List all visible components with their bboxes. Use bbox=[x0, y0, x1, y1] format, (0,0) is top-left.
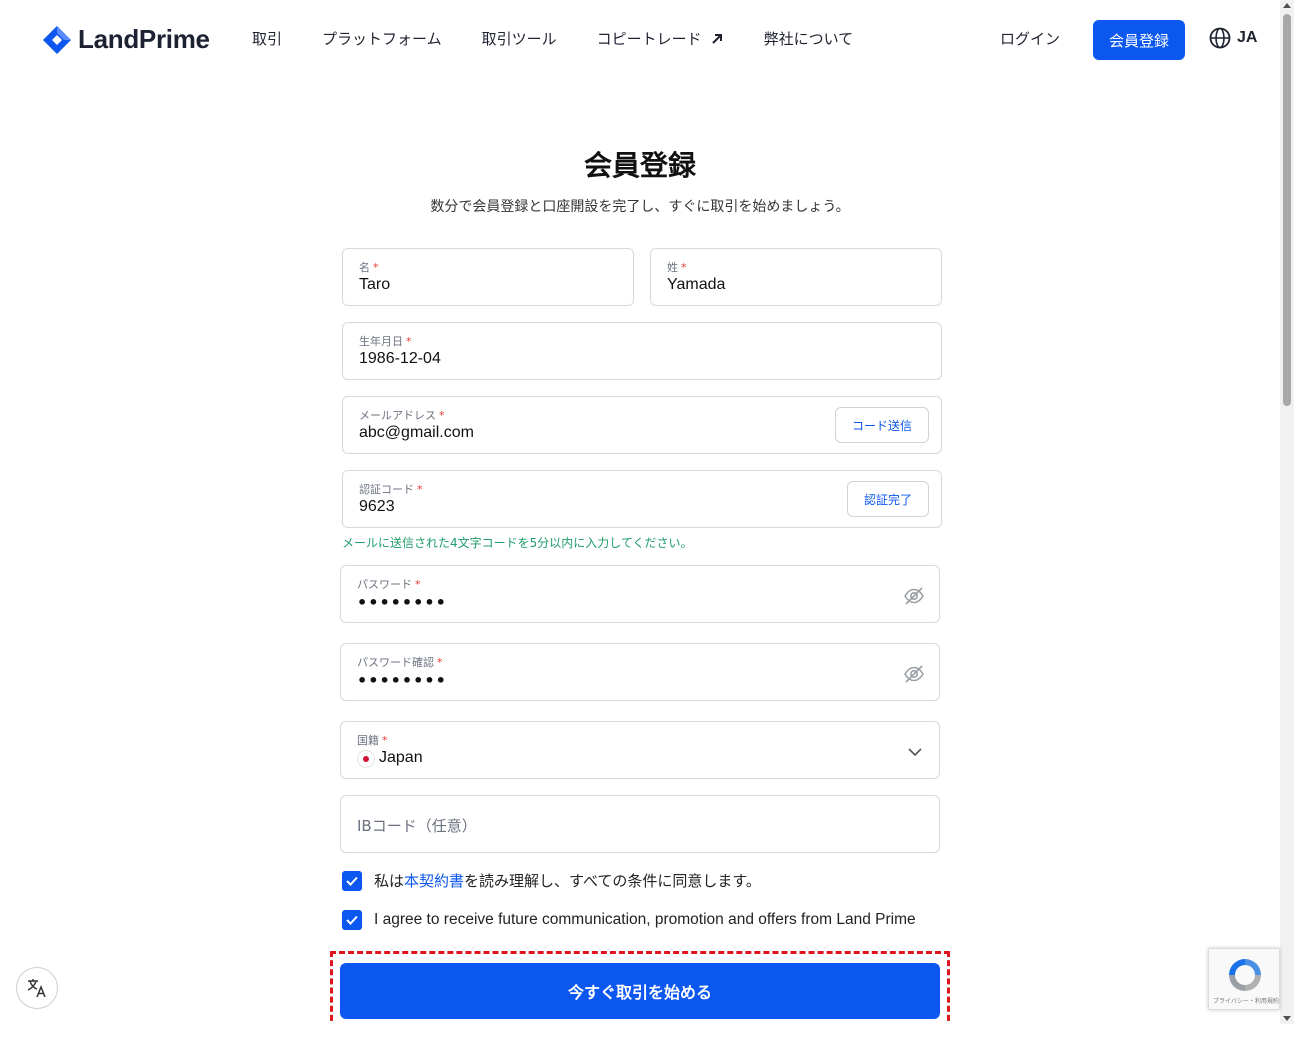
eye-off-icon[interactable] bbox=[903, 663, 925, 685]
password-label: パスワード * bbox=[357, 578, 421, 591]
external-arrow-icon bbox=[711, 33, 722, 44]
birthdate-input[interactable]: 1986-12-04 bbox=[359, 350, 441, 368]
scroll-thumb[interactable] bbox=[1283, 14, 1291, 406]
code-hint: メールに送信された4文字コードを5分以内に入力してください。 bbox=[342, 536, 693, 550]
email-field[interactable]: メールアドレス * abc@gmail.com コード送信 bbox=[342, 396, 942, 454]
last-name-input[interactable]: Yamada bbox=[667, 276, 725, 294]
nav-item-platform[interactable]: プラットフォーム bbox=[322, 28, 442, 49]
nav-item-tools[interactable]: 取引ツール bbox=[482, 28, 557, 49]
login-link[interactable]: ログイン bbox=[1000, 28, 1060, 49]
ib-code-field[interactable]: IBコード（任意） bbox=[340, 795, 940, 853]
chevron-down-icon[interactable] bbox=[907, 744, 923, 760]
logo[interactable]: LandPrime bbox=[42, 24, 210, 55]
terms-agreement: 私は本契約書を読み理解し、すべての条件に同意します。 bbox=[342, 870, 761, 891]
password-confirm-field[interactable]: パスワード確認 * •••••••• bbox=[340, 643, 940, 701]
first-name-label: 名 * bbox=[359, 261, 379, 274]
page-title: 会員登録 bbox=[583, 149, 696, 182]
last-name-label: 姓 * bbox=[667, 261, 687, 274]
language-selector[interactable]: JA bbox=[1209, 27, 1257, 49]
marketing-label: I agree to receive future communication,… bbox=[374, 911, 916, 928]
nationality-value: Japan bbox=[379, 749, 423, 766]
scroll-up-arrow[interactable] bbox=[1283, 3, 1291, 8]
logo-icon bbox=[43, 25, 71, 54]
globe-icon bbox=[1209, 27, 1231, 49]
recaptcha-text: プライバシー・利用規約 bbox=[1213, 998, 1279, 1005]
verification-code-label: 認証コード * bbox=[359, 483, 423, 496]
translate-button[interactable] bbox=[16, 967, 58, 1009]
password-confirm-input[interactable]: •••••••• bbox=[357, 671, 447, 690]
send-code-button[interactable]: コード送信 bbox=[835, 407, 929, 443]
submit-button[interactable]: 今すぐ取引を始める bbox=[340, 963, 940, 1019]
translate-icon bbox=[27, 979, 46, 998]
nav-item-trade[interactable]: 取引 bbox=[252, 28, 282, 49]
email-label: メールアドレス * bbox=[359, 409, 445, 422]
verify-button[interactable]: 認証完了 bbox=[847, 481, 929, 517]
verification-code-input[interactable]: 9623 bbox=[359, 498, 395, 516]
language-label: JA bbox=[1237, 29, 1258, 46]
logo-text: LandPrime bbox=[78, 24, 210, 54]
bottom-bar bbox=[0, 1024, 1294, 1044]
birthdate-label: 生年月日 * bbox=[359, 335, 412, 348]
recaptcha-icon bbox=[1229, 959, 1261, 991]
terms-checkbox[interactable] bbox=[342, 870, 362, 891]
page-subtitle: 数分で会員登録と口座開設を完了し、すぐに取引を始めましょう。 bbox=[430, 199, 850, 215]
recaptcha-badge[interactable]: プライバシー・利用規約 bbox=[1208, 948, 1280, 1010]
nationality-select[interactable]: 国籍 * Japan bbox=[340, 721, 940, 779]
marketing-agreement: I agree to receive future communication,… bbox=[342, 910, 916, 930]
nav-item-about[interactable]: 弊社について bbox=[764, 28, 854, 49]
password-field[interactable]: パスワード * •••••••• bbox=[340, 565, 940, 623]
nav-item-copytrade-label: コピートレード bbox=[596, 30, 702, 48]
checkmark-icon bbox=[346, 876, 358, 886]
email-input[interactable]: abc@gmail.com bbox=[359, 424, 474, 442]
contract-link[interactable]: 本契約書 bbox=[404, 872, 464, 890]
nationality-label: 国籍 * bbox=[357, 734, 388, 747]
password-input[interactable]: •••••••• bbox=[357, 593, 447, 612]
password-confirm-label: パスワード確認 * bbox=[357, 656, 443, 669]
scroll-down-arrow[interactable] bbox=[1283, 1016, 1291, 1021]
last-name-field[interactable]: 姓 * Yamada bbox=[650, 248, 942, 306]
site-header: LandPrime 取引 プラットフォーム 取引ツール コピートレード 弊社につ… bbox=[0, 0, 1280, 80]
terms-label: 私は本契約書を読み理解し、すべての条件に同意します。 bbox=[374, 872, 761, 890]
first-name-field[interactable]: 名 * Taro bbox=[342, 248, 634, 306]
verification-code-field[interactable]: 認証コード * 9623 認証完了 bbox=[342, 470, 942, 528]
nav-item-copytrade[interactable]: コピートレード bbox=[597, 28, 724, 49]
first-name-input[interactable]: Taro bbox=[359, 276, 390, 294]
ib-code-input[interactable]: IBコード（任意） bbox=[357, 815, 477, 836]
japan-flag-icon bbox=[357, 750, 375, 768]
checkmark-icon bbox=[346, 915, 358, 925]
scrollbar[interactable] bbox=[1280, 0, 1294, 1024]
birthdate-field[interactable]: 生年月日 * 1986-12-04 bbox=[342, 322, 942, 380]
main-nav: 取引 プラットフォーム 取引ツール コピートレード 弊社について bbox=[252, 28, 893, 49]
marketing-checkbox[interactable] bbox=[342, 910, 362, 930]
eye-off-icon[interactable] bbox=[903, 585, 925, 607]
signup-button[interactable]: 会員登録 bbox=[1093, 20, 1185, 60]
